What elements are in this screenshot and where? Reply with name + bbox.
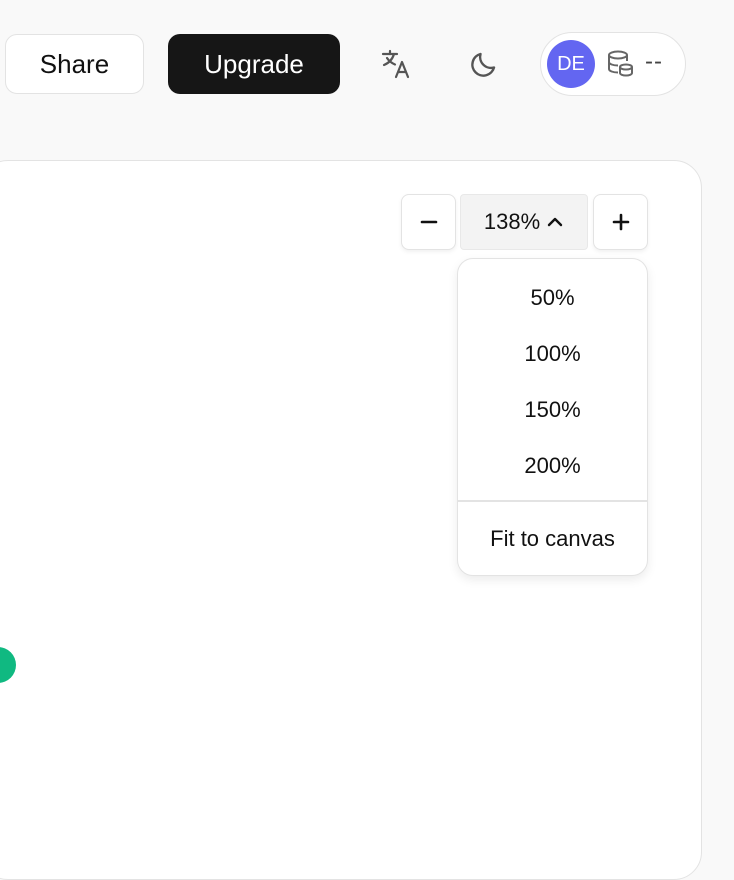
translate-button[interactable]	[372, 40, 420, 88]
translate-icon	[381, 49, 410, 79]
theme-toggle-button[interactable]	[460, 40, 508, 88]
zoom-level-dropdown[interactable]: 138%	[460, 194, 588, 250]
zoom-menu: 50% 100% 150% 200% Fit to canvas	[457, 258, 648, 576]
share-button[interactable]: Share	[5, 34, 144, 94]
database-icon	[608, 50, 633, 77]
credits-value: --	[645, 48, 663, 75]
menu-divider	[458, 500, 647, 502]
moon-icon	[471, 52, 496, 77]
zoom-out-button[interactable]	[401, 194, 456, 250]
avatar[interactable]: DE	[547, 40, 595, 88]
zoom-level-value: 138%	[483, 209, 541, 234]
top-bar: Share Upgrade DE --	[0, 0, 734, 130]
upgrade-button[interactable]: Upgrade	[168, 34, 340, 94]
zoom-option-50[interactable]: 50%	[458, 270, 647, 326]
zoom-option-150[interactable]: 150%	[458, 382, 647, 438]
chevron-up-icon	[547, 217, 563, 227]
plus-icon	[612, 213, 629, 231]
zoom-in-button[interactable]	[593, 194, 648, 250]
zoom-fit-to-canvas[interactable]: Fit to canvas	[458, 511, 647, 567]
zoom-option-100[interactable]: 100%	[458, 326, 647, 382]
account-menu[interactable]: DE --	[540, 32, 686, 96]
minus-icon	[420, 220, 437, 224]
zoom-option-200[interactable]: 200%	[458, 438, 647, 494]
